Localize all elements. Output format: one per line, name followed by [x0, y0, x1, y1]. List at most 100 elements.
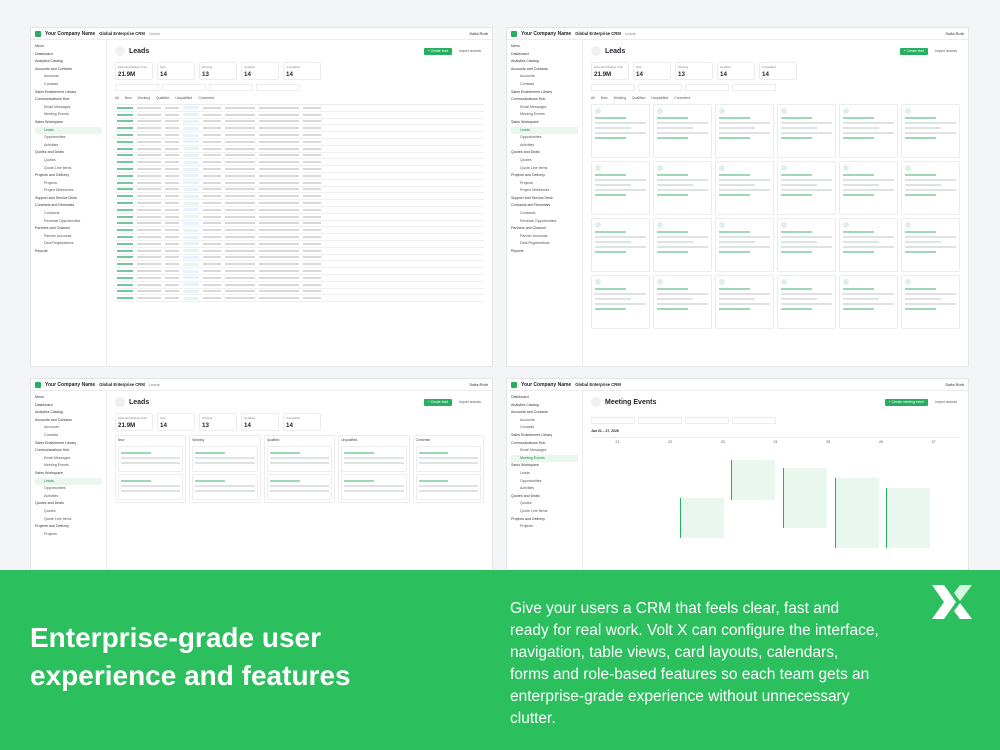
sidebar-item-email[interactable]: Email Messages	[511, 104, 578, 112]
sidebar-item-quotes-deals[interactable]: Quotes and Deals	[511, 493, 578, 501]
user-menu[interactable]: Sofia Roth	[945, 31, 964, 36]
tab-qualified[interactable]: Qualified	[156, 96, 169, 100]
sidebar-item-opportunities[interactable]: Opportunities	[35, 134, 102, 142]
kanban-card[interactable]	[266, 474, 333, 500]
table-row[interactable]	[115, 105, 484, 112]
sidebar-item-contacts[interactable]: Contacts	[35, 432, 102, 440]
sidebar-item-projects-delivery[interactable]: Projects and Delivery	[511, 516, 578, 524]
sidebar-item-projects[interactable]: Projects	[35, 531, 102, 539]
sidebar-item-meetings[interactable]: Meeting Events	[35, 462, 102, 470]
table-row[interactable]	[115, 234, 484, 241]
sidebar-item-opportunities[interactable]: Opportunities	[511, 478, 578, 486]
kanban-card[interactable]	[415, 474, 482, 500]
sidebar-item-leads[interactable]: Leads	[511, 126, 578, 135]
lead-card[interactable]	[839, 161, 898, 215]
filter-input[interactable]	[115, 84, 159, 91]
calendar-event[interactable]	[886, 488, 931, 548]
sidebar-item-analytics[interactable]: Analytics Catalog	[35, 409, 102, 417]
sidebar-item-analytics[interactable]: Analytics Catalog	[35, 58, 102, 66]
sidebar-item-quotes[interactable]: Quotes	[35, 508, 102, 516]
sidebar-item-leads[interactable]: Leads	[511, 470, 578, 478]
sidebar-item-sales-workspace[interactable]: Sales Workspace	[35, 119, 102, 127]
table-row[interactable]	[115, 112, 484, 119]
lead-card[interactable]	[653, 161, 712, 215]
tab-working[interactable]: Working	[138, 96, 150, 100]
table-row[interactable]	[115, 153, 484, 160]
sidebar-item-sales-workspace[interactable]: Sales Workspace	[35, 470, 102, 478]
filter-input[interactable]	[591, 417, 635, 424]
table-row[interactable]	[115, 200, 484, 207]
sidebar-item-contracts-renewals[interactable]: Contracts and Renewals	[511, 202, 578, 210]
tab-unqualified[interactable]: Unqualified	[175, 96, 192, 100]
tab-all[interactable]: All	[115, 96, 119, 100]
sidebar-item-milestones[interactable]: Project Milestones	[35, 187, 102, 195]
sidebar-item-accounts-contacts[interactable]: Accounts and Contacts	[35, 66, 102, 74]
kanban-card[interactable]	[266, 446, 333, 472]
table-row[interactable]	[115, 180, 484, 187]
lead-card[interactable]	[901, 218, 960, 272]
sidebar-item-reports[interactable]: Reports	[35, 248, 102, 256]
table-row[interactable]	[115, 139, 484, 146]
lead-card[interactable]	[777, 218, 836, 272]
tab-new[interactable]: New	[125, 96, 132, 100]
sidebar-item-partner-accounts[interactable]: Partner Accounts	[35, 233, 102, 241]
table-row[interactable]	[115, 207, 484, 214]
sidebar-item-opportunities[interactable]: Opportunities	[35, 485, 102, 493]
calendar-event[interactable]	[782, 468, 828, 528]
sidebar-item-activities[interactable]: Activities	[511, 142, 578, 150]
sidebar-item-activities[interactable]: Activities	[511, 485, 578, 493]
kanban-card[interactable]	[341, 474, 407, 500]
lead-card[interactable]	[839, 218, 898, 272]
tab-qualified[interactable]: Qualified	[632, 96, 645, 100]
sidebar-item-accounts[interactable]: Accounts	[35, 424, 102, 432]
sidebar-item-comms-hub[interactable]: Communications Hub	[511, 440, 578, 448]
sidebar-item-contracts[interactable]: Contracts	[511, 210, 578, 218]
lead-card[interactable]	[653, 218, 712, 272]
sidebar-item-sales-workspace[interactable]: Sales Workspace	[511, 462, 578, 470]
sidebar-item-comms-hub[interactable]: Communications Hub	[511, 96, 578, 104]
sidebar-item-quotes-deals[interactable]: Quotes and Deals	[511, 149, 578, 157]
sidebar-item-sales-library[interactable]: Sales Enablement Library	[35, 440, 102, 448]
import-records-button[interactable]: Import records	[456, 399, 484, 406]
sidebar-item-accounts[interactable]: Accounts	[35, 73, 102, 81]
sidebar-item-sales-workspace[interactable]: Sales Workspace	[511, 119, 578, 127]
sidebar-item-sales-library[interactable]: Sales Enablement Library	[35, 89, 102, 97]
user-menu[interactable]: Sofia Roth	[469, 382, 488, 387]
table-row[interactable]	[115, 159, 484, 167]
table-row[interactable]	[115, 125, 484, 133]
kanban-card[interactable]	[192, 446, 258, 472]
sidebar-item-leads[interactable]: Leads	[35, 477, 102, 486]
filter-input[interactable]	[685, 417, 729, 424]
sidebar-item-support[interactable]: Support and Service Desk	[35, 195, 102, 203]
sidebar-item-meetings[interactable]: Meeting Events	[511, 111, 578, 119]
sidebar-item-accounts[interactable]: Accounts	[511, 417, 578, 425]
sidebar-item-projects[interactable]: Projects	[511, 180, 578, 188]
calendar-event[interactable]	[679, 498, 724, 538]
table-row[interactable]	[115, 173, 484, 180]
sidebar-item-quotes[interactable]: Quotes	[35, 157, 102, 165]
sidebar-item-quote-lines[interactable]: Quote Line Items	[511, 508, 578, 516]
sidebar-item-quotes-deals[interactable]: Quotes and Deals	[35, 500, 102, 508]
sidebar-item-quotes-deals[interactable]: Quotes and Deals	[35, 149, 102, 157]
filter-input[interactable]	[732, 84, 776, 91]
import-records-button[interactable]: Import records	[932, 48, 960, 55]
sidebar-item-dashboard[interactable]: Dashboard	[35, 51, 102, 59]
table-row[interactable]	[115, 166, 484, 173]
tab-working[interactable]: Working	[614, 96, 626, 100]
create-meeting-button[interactable]: + Create meeting event	[884, 398, 929, 406]
sidebar-item-dashboard[interactable]: Dashboard	[511, 51, 578, 59]
lead-card[interactable]	[839, 275, 898, 329]
sidebar-item-projects-delivery[interactable]: Projects and Delivery	[35, 172, 102, 180]
kanban-card[interactable]	[192, 474, 258, 500]
sidebar-item-meetings[interactable]: Meeting Events	[35, 111, 102, 119]
sidebar-item-quotes[interactable]: Quotes	[511, 500, 578, 508]
sidebar-item-projects-delivery[interactable]: Projects and Delivery	[35, 523, 102, 531]
table-row[interactable]	[115, 221, 484, 228]
kanban-card[interactable]	[118, 474, 184, 500]
table-row[interactable]	[115, 255, 484, 262]
table-row[interactable]	[115, 214, 484, 221]
import-records-button[interactable]: Import records	[456, 48, 484, 55]
kanban-card[interactable]	[341, 446, 407, 472]
filter-input[interactable]	[638, 84, 682, 91]
lead-card[interactable]	[901, 275, 960, 329]
